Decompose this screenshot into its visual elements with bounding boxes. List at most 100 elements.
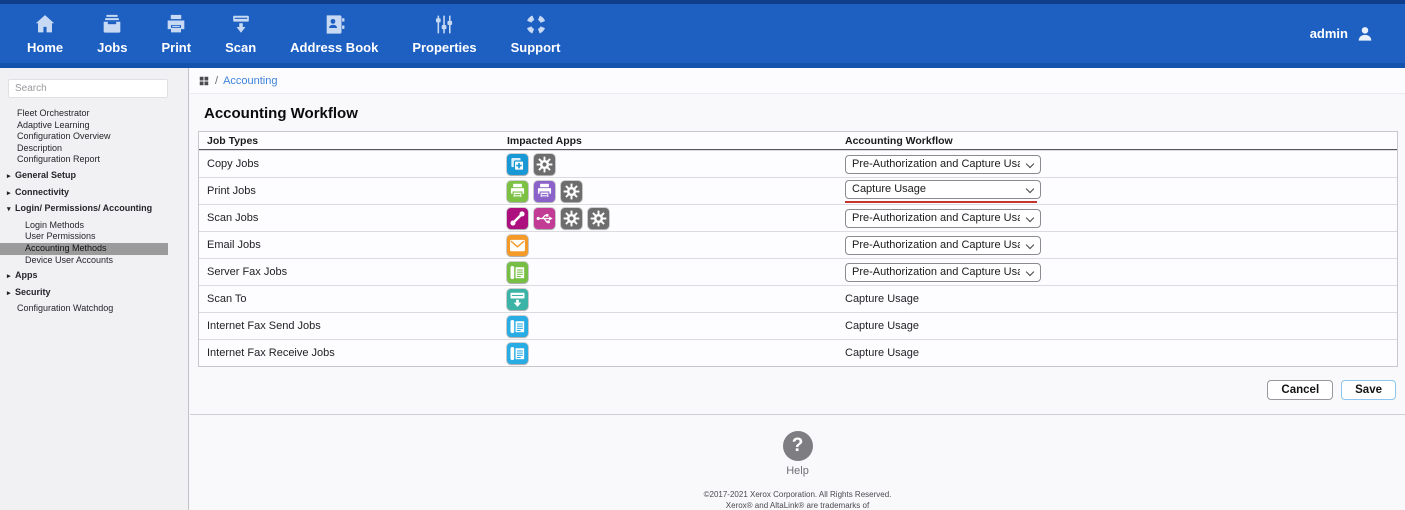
nav-jobs-label: Jobs bbox=[97, 40, 127, 55]
gear-icon bbox=[561, 208, 582, 229]
sliders-icon bbox=[430, 12, 458, 37]
chevron-right-icon: ▸ bbox=[7, 288, 15, 300]
breadcrumb-accounting-link[interactable]: Accounting bbox=[223, 75, 277, 87]
job-type-label: Email Jobs bbox=[199, 239, 499, 251]
sidebar-item-configuration-report[interactable]: Configuration Report bbox=[0, 154, 168, 166]
table-row-server-fax-jobs: Server Fax Jobs Pre-Authorization and Ca… bbox=[199, 258, 1397, 285]
chevron-right-icon: ▸ bbox=[7, 171, 15, 183]
table-row-copy-jobs: Copy Jobs Pre-Authorization and Capture … bbox=[199, 150, 1397, 177]
table-row-print-jobs: Print Jobs Capture Usage bbox=[199, 177, 1397, 204]
sidebar-section-general-setup[interactable]: ▸General Setup bbox=[0, 170, 168, 183]
internet-fax-icon bbox=[507, 316, 528, 337]
chevron-right-icon: ▸ bbox=[7, 271, 15, 283]
sidebar-item-configuration-overview[interactable]: Configuration Overview bbox=[0, 131, 168, 143]
email-icon bbox=[507, 235, 528, 256]
address-book-icon bbox=[320, 12, 348, 37]
printer-purple-icon bbox=[534, 181, 555, 202]
search-input[interactable] bbox=[8, 79, 168, 98]
col-header-impacted-apps: Impacted Apps bbox=[499, 135, 837, 147]
nav-support-label: Support bbox=[511, 40, 561, 55]
internet-fax-icon bbox=[507, 343, 528, 364]
sidebar-section-login-permissions-accounting[interactable]: ▾Login/ Permissions/ Accounting bbox=[0, 203, 168, 216]
accounting-workflow-select-print[interactable]: Capture Usage bbox=[845, 180, 1041, 199]
job-type-label: Server Fax Jobs bbox=[199, 266, 499, 278]
sidebar: Fleet Orchestrator Adaptive Learning Con… bbox=[0, 68, 189, 510]
nav-address-book[interactable]: Address Book bbox=[273, 12, 395, 55]
gear-icon bbox=[561, 181, 582, 202]
accounting-workflow-select-email[interactable]: Pre-Authorization and Capture Usage bbox=[845, 236, 1041, 255]
nav-scan-label: Scan bbox=[225, 40, 256, 55]
job-type-label: Internet Fax Receive Jobs bbox=[199, 347, 499, 359]
sidebar-item-accounting-methods[interactable]: Accounting Methods bbox=[0, 243, 168, 255]
sidebar-item-description[interactable]: Description bbox=[0, 143, 168, 155]
accounting-workflow-select-server-fax[interactable]: Pre-Authorization and Capture Usage bbox=[845, 263, 1041, 282]
sidebar-item-user-permissions[interactable]: User Permissions bbox=[0, 231, 168, 243]
copy-icon bbox=[507, 154, 528, 175]
save-button[interactable]: Save bbox=[1341, 380, 1396, 400]
gear-icon bbox=[588, 208, 609, 229]
table-row-internet-fax-receive-jobs: Internet Fax Receive Jobs Capture Usage bbox=[199, 339, 1397, 366]
scan-icon bbox=[227, 12, 255, 37]
col-header-accounting-workflow: Accounting Workflow bbox=[837, 135, 1397, 147]
table-row-scan-jobs: Scan Jobs Pre-Authorization and Capture … bbox=[199, 204, 1397, 231]
nav-jobs[interactable]: Jobs bbox=[80, 12, 144, 55]
table-row-email-jobs: Email Jobs Pre-Authorization and Capture… bbox=[199, 231, 1397, 258]
job-type-label: Scan Jobs bbox=[199, 212, 499, 224]
user-icon bbox=[1355, 24, 1375, 44]
copyright-line2: Xerox® and AltaLink® are trademarks of bbox=[190, 501, 1405, 510]
sidebar-section-security[interactable]: ▸Security bbox=[0, 287, 168, 300]
breadcrumb: / Accounting bbox=[190, 68, 1405, 94]
nav-print-label: Print bbox=[161, 40, 191, 55]
sidebar-item-login-methods[interactable]: Login Methods bbox=[0, 220, 168, 232]
life-ring-icon bbox=[522, 12, 550, 37]
user-menu[interactable]: admin bbox=[1310, 24, 1405, 44]
gear-icon bbox=[534, 154, 555, 175]
page-footer: ? Help ©2017-2021 Xerox Corporation. All… bbox=[190, 415, 1405, 510]
sidebar-section-apps[interactable]: ▸Apps bbox=[0, 270, 168, 283]
breadcrumb-separator: / bbox=[215, 75, 218, 87]
printer-green-icon bbox=[507, 181, 528, 202]
job-type-label: Print Jobs bbox=[199, 185, 499, 197]
main-content: / Accounting Accounting Workflow Job Typ… bbox=[190, 68, 1405, 510]
nav-home[interactable]: Home bbox=[10, 12, 80, 55]
job-type-label: Scan To bbox=[199, 293, 499, 305]
nav-support[interactable]: Support bbox=[494, 12, 578, 55]
job-type-label: Copy Jobs bbox=[199, 158, 499, 170]
page-title: Accounting Workflow bbox=[204, 105, 1405, 122]
table-row-scan-to: Scan To Capture Usage bbox=[199, 285, 1397, 312]
copyright-line1: ©2017-2021 Xerox Corporation. All Rights… bbox=[190, 490, 1405, 501]
nav-print[interactable]: Print bbox=[144, 12, 208, 55]
action-bar: Cancel Save bbox=[190, 380, 1396, 400]
changed-indicator bbox=[845, 201, 1037, 203]
home-icon bbox=[31, 12, 59, 37]
sidebar-menu: Fleet Orchestrator Adaptive Learning Con… bbox=[0, 108, 168, 315]
table-row-internet-fax-send-jobs: Internet Fax Send Jobs Capture Usage bbox=[199, 312, 1397, 339]
accounting-workflow-value: Capture Usage bbox=[845, 320, 1397, 332]
chevron-right-icon: ▸ bbox=[7, 188, 15, 200]
job-type-label: Internet Fax Send Jobs bbox=[199, 320, 499, 332]
table-header-row: Job Types Impacted Apps Accounting Workf… bbox=[199, 132, 1397, 150]
accounting-workflow-value: Capture Usage bbox=[845, 293, 1397, 305]
server-fax-icon bbox=[507, 262, 528, 283]
top-nav: Home Jobs Print Scan Address Book Proper… bbox=[0, 0, 1405, 68]
nav-properties-label: Properties bbox=[412, 40, 476, 55]
sidebar-item-device-user-accounts[interactable]: Device User Accounts bbox=[0, 255, 168, 267]
cancel-button[interactable]: Cancel bbox=[1267, 380, 1333, 400]
nav-properties[interactable]: Properties bbox=[395, 12, 493, 55]
nav-home-label: Home bbox=[27, 40, 63, 55]
grid-icon bbox=[198, 75, 210, 87]
sidebar-section-connectivity[interactable]: ▸Connectivity bbox=[0, 187, 168, 200]
accounting-workflow-select-scan[interactable]: Pre-Authorization and Capture Usage bbox=[845, 209, 1041, 228]
help-label: Help bbox=[190, 465, 1405, 477]
sidebar-item-fleet-orchestrator[interactable]: Fleet Orchestrator bbox=[0, 108, 168, 120]
help-icon[interactable]: ? bbox=[783, 431, 813, 461]
printer-icon bbox=[162, 12, 190, 37]
user-name: admin bbox=[1310, 26, 1348, 41]
jobs-icon bbox=[98, 12, 126, 37]
sidebar-item-configuration-watchdog[interactable]: Configuration Watchdog bbox=[0, 303, 168, 315]
nav-scan[interactable]: Scan bbox=[208, 12, 273, 55]
workflow-link-icon bbox=[507, 208, 528, 229]
sidebar-item-adaptive-learning[interactable]: Adaptive Learning bbox=[0, 120, 168, 132]
nav-address-book-label: Address Book bbox=[290, 40, 378, 55]
accounting-workflow-select-copy[interactable]: Pre-Authorization and Capture Usage bbox=[845, 155, 1041, 174]
